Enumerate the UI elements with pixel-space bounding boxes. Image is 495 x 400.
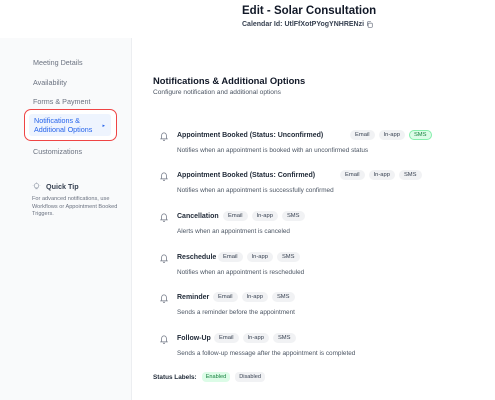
notification-description: Alerts when an appointment is canceled xyxy=(177,228,290,235)
chip-sms[interactable]: SMS xyxy=(281,211,305,221)
status-enabled-badge: Enabled xyxy=(201,372,231,382)
sidebar-item-availability[interactable]: Availability xyxy=(33,78,67,87)
sidebar-item-notifications-label: Notifications & Additional Options xyxy=(34,116,93,134)
chip-sms[interactable]: SMS xyxy=(271,292,295,302)
chip-email[interactable]: Email xyxy=(214,333,239,343)
chip-in-app[interactable]: In-app xyxy=(378,130,405,140)
section-subtitle: Configure notification and additional op… xyxy=(153,89,281,96)
channel-chips: Email In-app SMS xyxy=(350,130,432,140)
bell-icon xyxy=(160,294,168,303)
calendar-id-label: Calendar Id: xyxy=(242,21,283,28)
chip-email[interactable]: Email xyxy=(340,170,365,180)
channel-chips: Email In-app SMS xyxy=(223,211,305,221)
bell-icon xyxy=(160,335,168,344)
notification-description: Sends a reminder before the appointment xyxy=(177,309,295,316)
chip-sms[interactable]: SMS xyxy=(408,130,432,140)
bell-icon xyxy=(160,213,168,222)
status-labels-legend: Status Labels: Enabled Disabled xyxy=(153,372,265,382)
channel-chips: Email In-app SMS xyxy=(218,252,300,262)
chip-in-app[interactable]: In-app xyxy=(251,211,278,221)
chip-email[interactable]: Email xyxy=(223,211,248,221)
bell-icon xyxy=(160,172,168,181)
chip-in-app[interactable]: In-app xyxy=(241,292,268,302)
page-header: Edit - Solar Consultation Calendar Id: U… xyxy=(0,0,495,38)
notification-description: Sends a follow-up message after the appo… xyxy=(177,350,356,357)
channel-chips: Email In-app SMS xyxy=(214,333,296,343)
section-title: Notifications & Additional Options xyxy=(153,75,306,86)
sidebar-item-notifications-highlight: Notifications & Additional Options ▸ xyxy=(29,114,111,136)
sidebar xyxy=(0,38,132,400)
channel-chips: Email In-app SMS xyxy=(213,292,295,302)
notification-title: Follow-Up xyxy=(177,335,211,342)
quick-tip-text: For advanced notifications, use Workflow… xyxy=(32,196,118,218)
sidebar-item-meeting-details[interactable]: Meeting Details xyxy=(33,58,83,67)
chip-in-app[interactable]: In-app xyxy=(242,333,269,343)
quick-tip-title-label: Quick Tip xyxy=(46,182,79,191)
status-labels-title: Status Labels: xyxy=(153,373,197,381)
bell-icon xyxy=(160,254,168,263)
sidebar-item-notifications[interactable]: Notifications & Additional Options ▸ xyxy=(24,109,117,141)
page-title: Edit - Solar Consultation xyxy=(242,5,377,17)
lightbulb-icon xyxy=(32,182,41,190)
chip-email[interactable]: Email xyxy=(350,130,375,140)
chip-in-app[interactable]: In-app xyxy=(368,170,395,180)
chevron-right-icon: ▸ xyxy=(102,123,105,129)
notification-title: Cancellation xyxy=(177,213,219,220)
chip-sms[interactable]: SMS xyxy=(276,252,300,262)
notification-description: Notifies when an appointment is booked w… xyxy=(177,147,369,154)
status-disabled-badge: Disabled xyxy=(235,372,265,382)
notification-title: Reschedule xyxy=(177,254,217,261)
chip-sms[interactable]: SMS xyxy=(398,170,422,180)
calendar-id-value: UtlFfXotPYogYNHRENzi xyxy=(284,21,365,28)
chip-email[interactable]: Email xyxy=(218,252,243,262)
sidebar-item-notifications-label-line2: Additional Options xyxy=(34,124,93,134)
bell-icon xyxy=(160,132,168,141)
calendar-id: Calendar Id: UtlFfXotPYogYNHRENzi xyxy=(242,21,373,28)
chip-sms[interactable]: SMS xyxy=(272,333,296,343)
sidebar-item-forms-payment[interactable]: Forms & Payment xyxy=(33,97,91,106)
channel-chips: Email In-app SMS xyxy=(340,170,422,180)
main-content: Notifications & Additional Options Confi… xyxy=(133,38,495,400)
notification-title: Appointment Booked (Status: Unconfirmed) xyxy=(177,132,324,139)
chip-in-app[interactable]: In-app xyxy=(246,252,273,262)
quick-tip-title: Quick Tip xyxy=(32,182,79,191)
notification-description: Notifies when an appointment is reschedu… xyxy=(177,269,305,276)
copy-icon[interactable] xyxy=(366,21,373,28)
notification-title: Appointment Booked (Status: Confirmed) xyxy=(177,172,316,179)
notification-title: Reminder xyxy=(177,294,210,301)
chip-email[interactable]: Email xyxy=(213,292,238,302)
notification-description: Notifies when an appointment is successf… xyxy=(177,187,334,194)
sidebar-item-customizations[interactable]: Customizations xyxy=(33,147,82,156)
